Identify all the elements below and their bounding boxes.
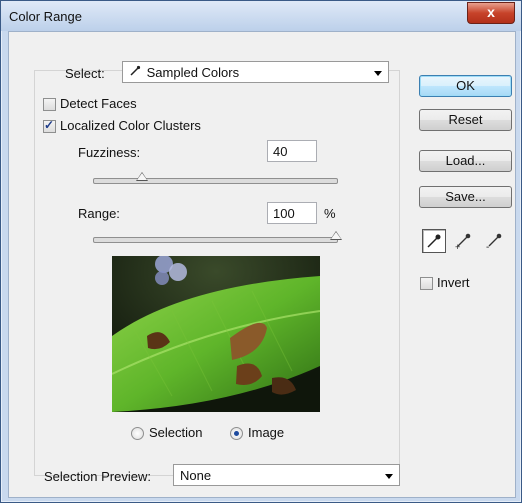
fuzziness-slider-thumb[interactable] (135, 172, 148, 181)
image-radio[interactable] (230, 427, 243, 440)
range-slider-track[interactable] (93, 237, 338, 243)
localized-clusters-label: Localized Color Clusters (60, 118, 201, 133)
selection-preview-label: Selection Preview: (44, 469, 151, 484)
eyedropper-minus-icon: - (486, 233, 502, 253)
ok-button[interactable]: OK (419, 75, 512, 97)
chevron-down-icon (374, 71, 382, 76)
eyedropper-tool-button[interactable] (422, 229, 446, 253)
reset-button[interactable]: Reset (419, 109, 512, 131)
range-unit: % (324, 206, 336, 221)
invert-label: Invert (437, 275, 470, 290)
preview-image (112, 256, 320, 412)
eyedropper-plus-tool-button[interactable]: + (453, 229, 477, 253)
dialog-body: Select: Sampled Colors Detect Faces Loca… (8, 31, 516, 498)
svg-text:-: - (486, 242, 489, 251)
save-button[interactable]: Save... (419, 186, 512, 208)
range-input[interactable]: 100 (267, 202, 317, 224)
eyedropper-small-icon (129, 62, 143, 84)
localized-clusters-checkbox[interactable] (43, 118, 56, 133)
selection-preview-value: None (180, 468, 212, 483)
image-radio-label: Image (248, 425, 285, 440)
detect-faces-checkbox[interactable] (43, 98, 56, 111)
selection-preview-dropdown[interactable]: None (173, 464, 400, 486)
fuzziness-label: Fuzziness: (78, 145, 141, 160)
fuzziness-slider-track[interactable] (93, 178, 338, 184)
close-button[interactable]: x (467, 2, 515, 24)
range-label: Range: (78, 206, 120, 221)
select-dropdown[interactable]: Sampled Colors (122, 61, 389, 83)
load-button[interactable]: Load... (419, 150, 512, 172)
selection-radio[interactable] (131, 427, 144, 440)
select-value: Sampled Colors (146, 65, 240, 80)
svg-text:+: + (455, 242, 460, 251)
eyedropper-minus-tool-button[interactable]: - (484, 229, 508, 253)
select-label-text: Select: (65, 66, 105, 81)
selection-radio-label: Selection (149, 425, 203, 440)
invert-checkbox[interactable] (420, 277, 433, 290)
eyedropper-plus-icon: + (455, 233, 471, 252)
title-bar[interactable]: Color Range x (1, 1, 521, 31)
leaf-photo (112, 256, 320, 412)
fuzziness-input[interactable]: 40 (267, 140, 317, 162)
chevron-down-icon (385, 474, 393, 479)
color-range-dialog: Color Range x Select: Sampled Colors Det… (0, 0, 522, 503)
close-icon: x (487, 4, 495, 20)
range-slider-thumb[interactable] (330, 231, 342, 240)
eyedropper-icon (427, 234, 441, 248)
window-title: Color Range (9, 9, 82, 24)
select-label: Select: (65, 66, 105, 81)
detect-faces-label: Detect Faces (60, 96, 137, 111)
